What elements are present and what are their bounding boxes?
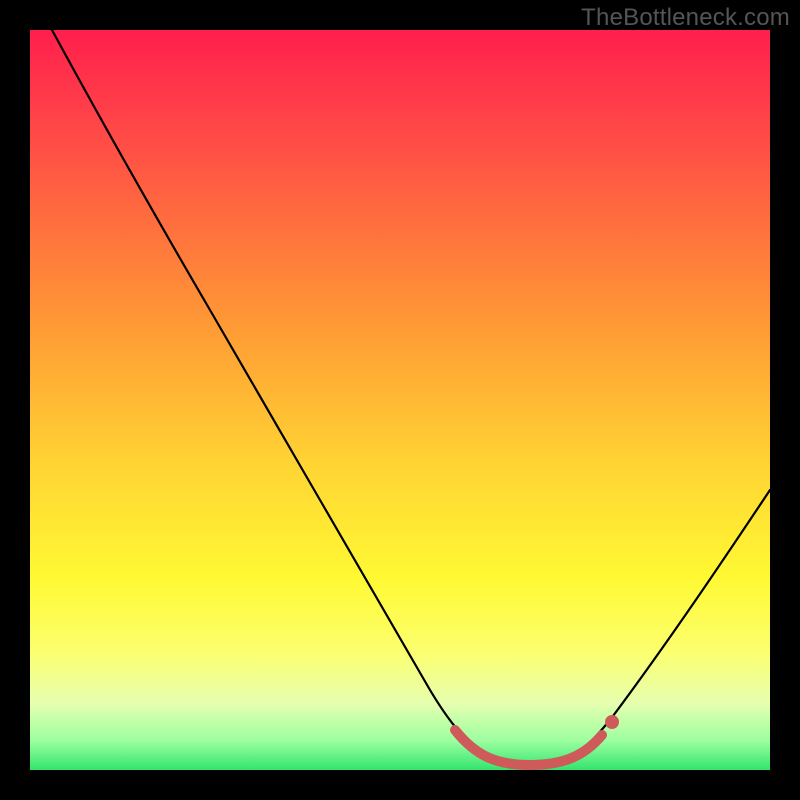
plot-area: [30, 30, 770, 770]
bottleneck-curve: [52, 30, 770, 765]
highlight-segment: [455, 730, 602, 765]
highlight-dot: [605, 715, 619, 729]
chart-frame: TheBottleneck.com: [0, 0, 800, 800]
curve-svg: [30, 30, 770, 770]
watermark-text: TheBottleneck.com: [581, 4, 790, 32]
